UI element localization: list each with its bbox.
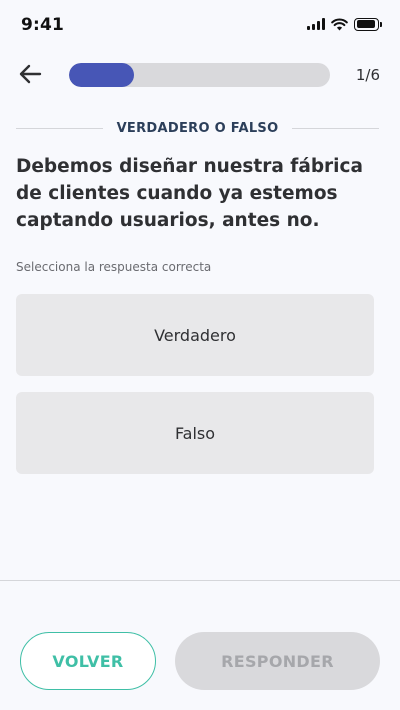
progress-bar-fill — [69, 63, 135, 87]
option-false-button[interactable]: Falso — [16, 392, 374, 474]
quiz-screen: 9:41 1/6 VERDADERO O FALSO Debemos diseñ… — [0, 0, 400, 710]
status-icons — [307, 17, 382, 31]
progress-bar — [69, 63, 330, 87]
wifi-icon — [331, 17, 348, 30]
back-arrow-button[interactable] — [14, 58, 46, 90]
progress-counter: 1/6 — [355, 66, 380, 84]
battery-icon — [354, 17, 382, 31]
submit-answer-button[interactable]: RESPONDER — [175, 632, 380, 690]
option-true-button[interactable]: Verdadero — [16, 294, 374, 376]
instruction-text: Selecciona la respuesta correcta — [16, 260, 212, 274]
signal-icon — [307, 18, 325, 30]
section-label: VERDADERO O FALSO — [116, 120, 279, 136]
arrow-left-icon — [19, 64, 42, 84]
question-text: Debemos diseñar nuestra fábrica de clien… — [16, 156, 363, 231]
footer-divider — [0, 580, 400, 581]
divider-line-left — [16, 127, 103, 129]
status-bar: 9:41 — [0, 0, 400, 50]
divider-line-right — [292, 127, 380, 129]
status-time: 9:41 — [21, 15, 65, 35]
back-button[interactable]: VOLVER — [20, 632, 156, 690]
section-divider: VERDADERO O FALSO — [16, 118, 380, 138]
